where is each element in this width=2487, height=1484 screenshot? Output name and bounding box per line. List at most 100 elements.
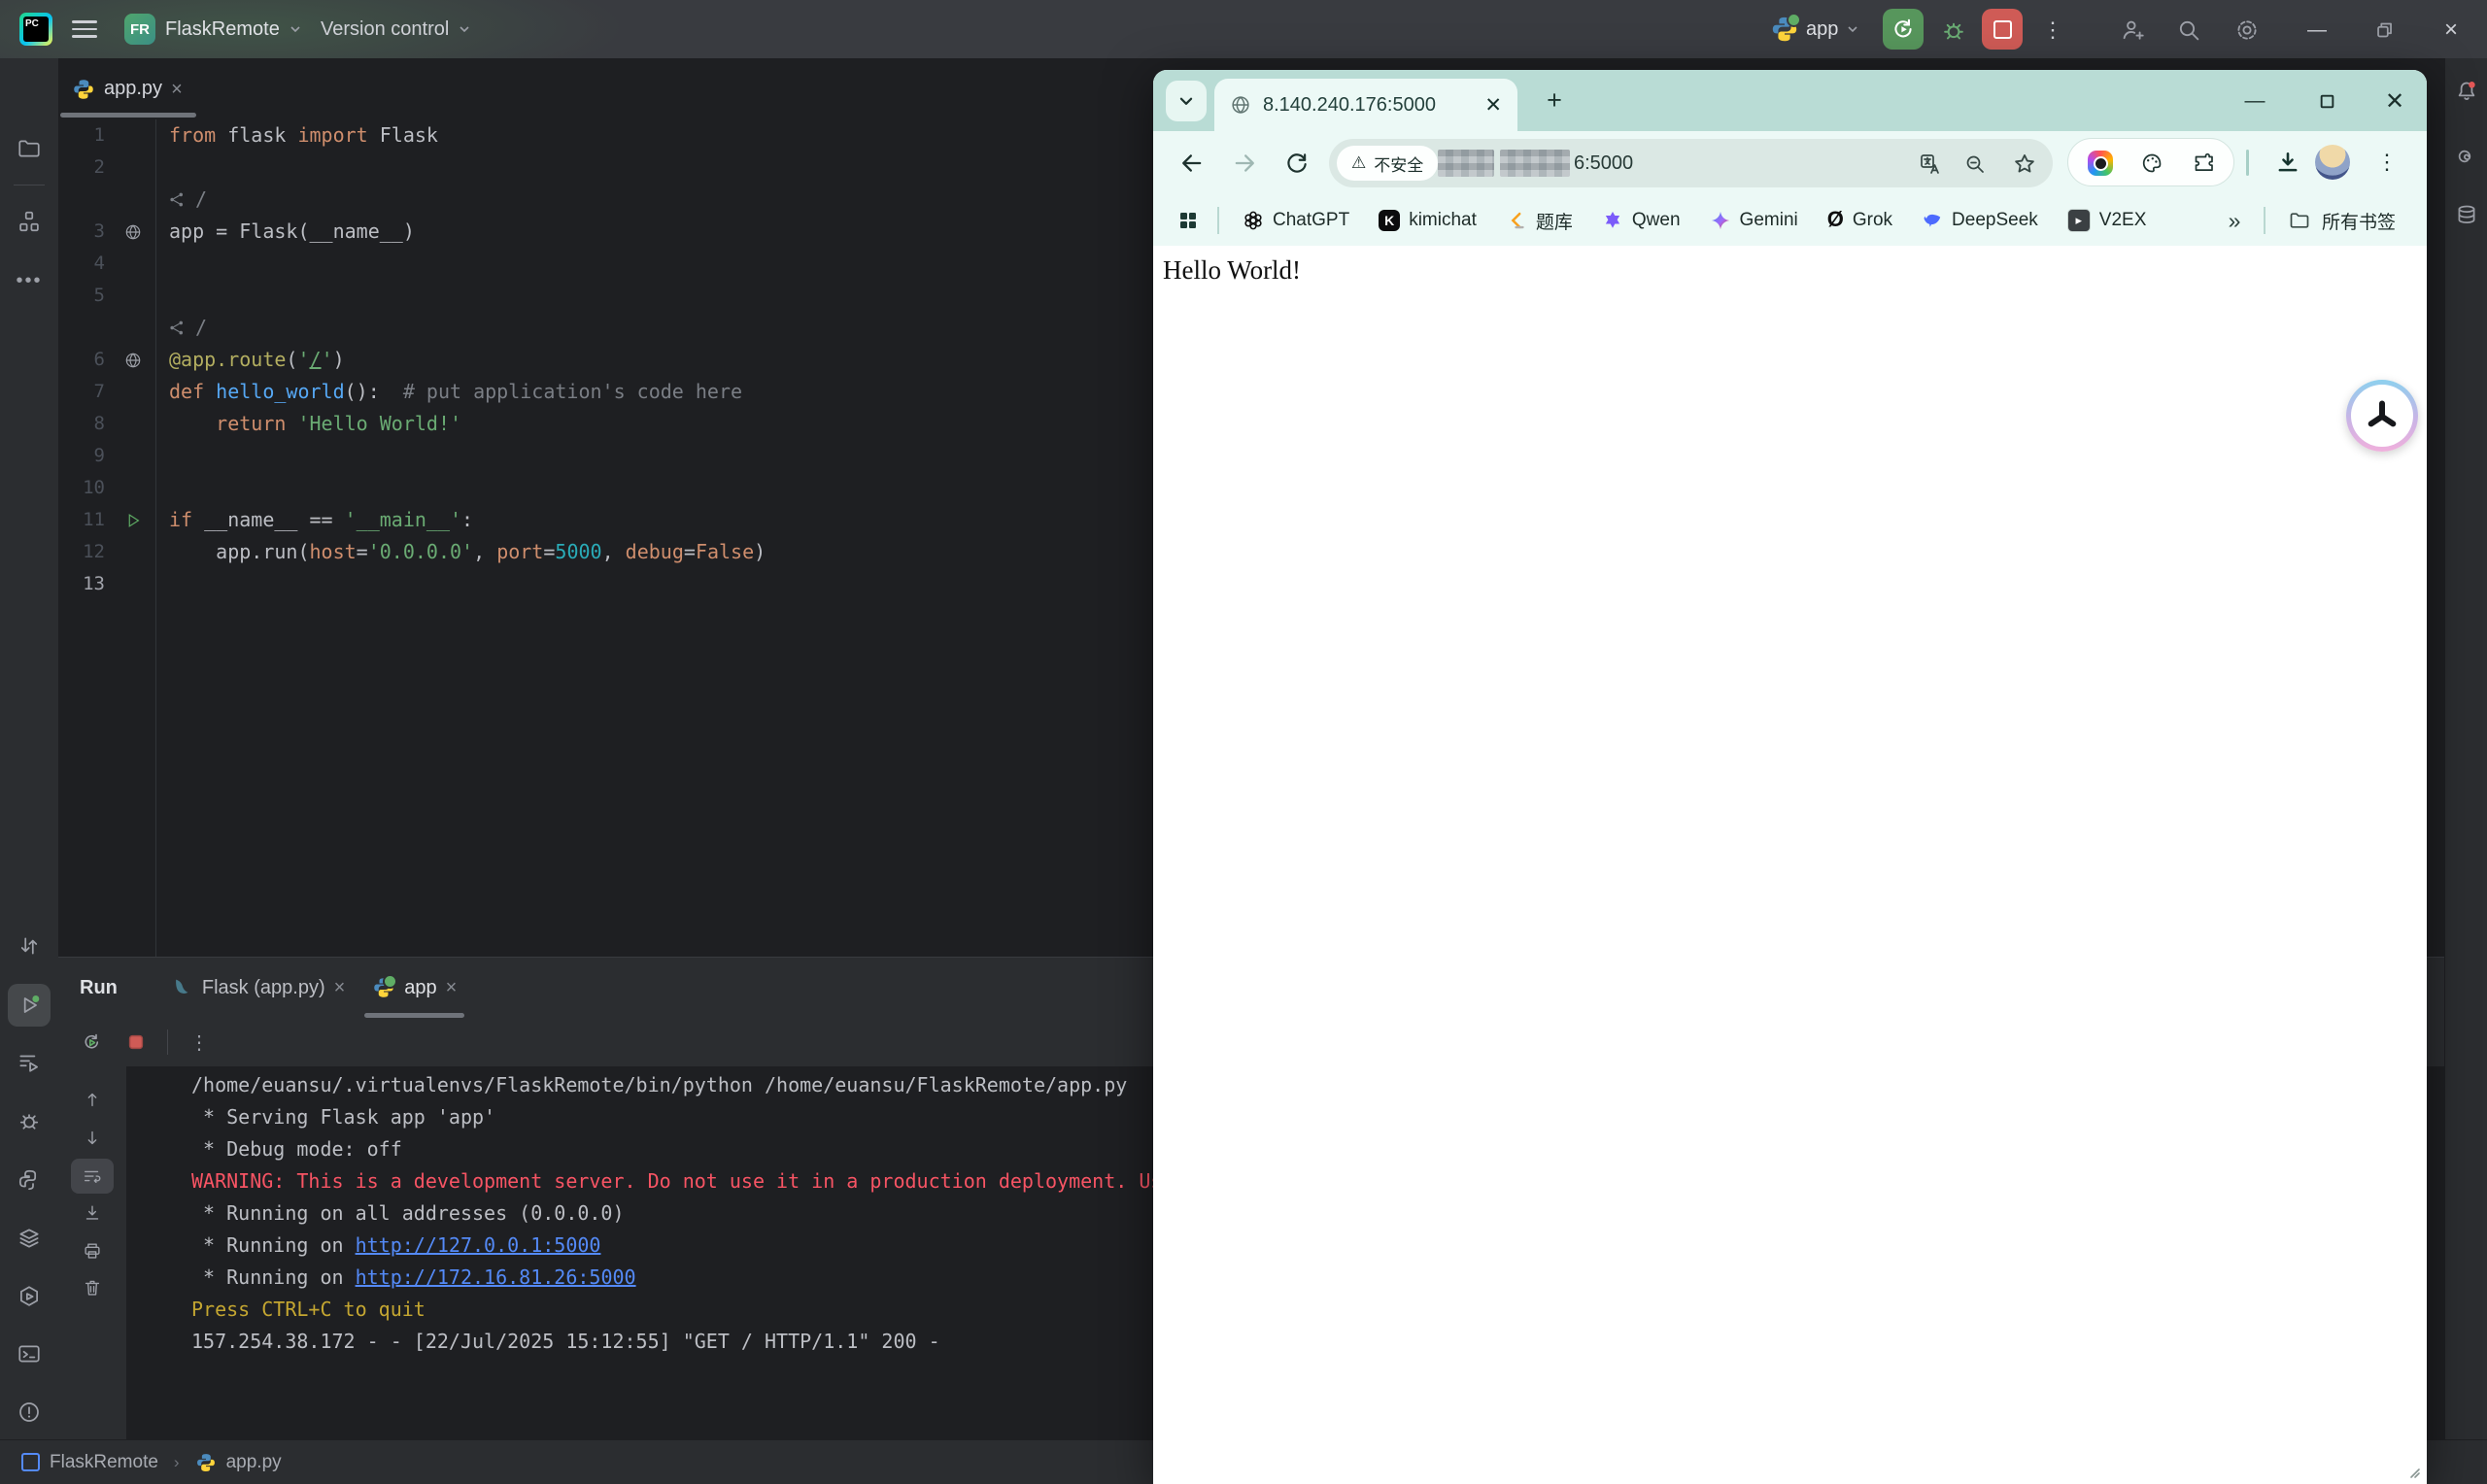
theme-palette-extension-icon[interactable] — [2139, 151, 2164, 176]
python-file-icon — [72, 78, 95, 101]
stripe-divider — [14, 185, 45, 186]
run-config-selector[interactable]: app — [1770, 12, 1860, 47]
endpoint-inlay-icon[interactable] — [169, 191, 189, 208]
bookmark-label: ChatGPT — [1273, 210, 1350, 230]
leetcode-icon — [1506, 210, 1527, 231]
close-tab-icon[interactable]: ✕ — [1484, 93, 1502, 118]
terminal-tool-icon[interactable] — [8, 1332, 51, 1375]
run-tool-icon[interactable] — [8, 984, 51, 1027]
project-tool-icon[interactable] — [8, 127, 51, 170]
console-url-link[interactable]: http://127.0.0.1:5000 — [356, 1233, 601, 1257]
bookmarks-divider — [2264, 207, 2266, 234]
bookmark-label: Gemini — [1739, 210, 1798, 230]
profiler-tool-icon[interactable] — [8, 1275, 51, 1318]
more-actions-icon[interactable]: ⋮ — [2038, 14, 2067, 47]
vcs-menu[interactable]: Version control — [321, 14, 472, 45]
up-stacktrace-icon[interactable] — [71, 1082, 114, 1117]
database-tool-icon[interactable] — [2448, 197, 2485, 234]
code-text: / — [161, 312, 207, 344]
scroll-to-end-icon[interactable] — [71, 1196, 114, 1231]
endpoint-gutter-icon[interactable] — [105, 351, 161, 370]
console-url-link[interactable]: http://172.16.81.26:5000 — [356, 1265, 636, 1289]
rerun-button[interactable] — [1883, 9, 1924, 50]
extensions-puzzle-icon[interactable] — [2191, 151, 2216, 176]
bookmark-label: 题库 — [1535, 212, 1573, 233]
down-stacktrace-icon[interactable] — [71, 1121, 114, 1156]
bookmark-Gemini[interactable]: Gemini — [1710, 210, 1798, 231]
python-console-tool-icon[interactable] — [8, 1159, 51, 1201]
browser-close-button[interactable]: ✕ — [2379, 85, 2410, 117]
bookmark-DeepSeek[interactable]: DeepSeek — [1922, 210, 2038, 231]
problems-tool-icon[interactable] — [8, 1391, 51, 1433]
run-gutter-icon[interactable] — [105, 511, 161, 530]
print-icon[interactable] — [71, 1233, 114, 1268]
vcs-update-icon[interactable] — [8, 925, 51, 967]
bookmark-label: Grok — [1852, 210, 1893, 230]
zoom-out-icon[interactable] — [1962, 152, 1988, 177]
add-user-icon[interactable] — [2116, 14, 2149, 47]
stop-button[interactable] — [1982, 9, 2023, 50]
browser-tab[interactable]: 8.140.240.176:5000 ✕ — [1214, 79, 1517, 131]
download-icon[interactable] — [2270, 145, 2305, 180]
bookmark-kimichat[interactable]: Kkimichat — [1379, 210, 1477, 231]
close-tab-icon[interactable]: × — [446, 978, 458, 997]
ai-assistant-icon[interactable] — [2448, 138, 2485, 175]
project-selector[interactable]: FlaskRemote — [165, 14, 303, 45]
bookmark-Qwen[interactable]: Qwen — [1602, 210, 1681, 231]
bookmark-Grok[interactable]: Ø Grok — [1827, 209, 1892, 232]
pycharm-logo-icon[interactable]: PC — [19, 13, 52, 46]
main-menu-icon[interactable] — [70, 17, 99, 42]
more-icon[interactable]: ⋮ — [186, 1029, 213, 1056]
breadcrumb-file[interactable]: app.py — [226, 1452, 282, 1473]
reload-button[interactable] — [1279, 146, 1314, 181]
back-button[interactable] — [1175, 146, 1209, 181]
endpoint-gutter-icon[interactable] — [105, 222, 161, 242]
notifications-bell-icon[interactable] — [2448, 73, 2485, 110]
endpoint-inlay-icon[interactable] — [169, 320, 189, 336]
all-bookmarks-folder[interactable]: 所有书签 — [2288, 195, 2396, 246]
bookmark-题库[interactable]: 题库 — [1506, 208, 1573, 234]
debug-button[interactable] — [1937, 14, 1970, 47]
settings-gear-icon[interactable] — [2231, 14, 2264, 47]
ide-minimize-button[interactable]: — — [2300, 14, 2334, 47]
bookmarks-overflow-chevrons[interactable]: » — [2220, 205, 2249, 236]
debug-tool-icon[interactable] — [8, 1099, 51, 1142]
rerun-icon[interactable] — [78, 1029, 105, 1056]
run-tab-app[interactable]: app × — [358, 958, 470, 1018]
profile-avatar[interactable] — [2315, 145, 2350, 180]
clear-console-icon[interactable] — [71, 1270, 114, 1305]
tab-search-button[interactable] — [1166, 81, 1207, 121]
breadcrumb-project[interactable]: FlaskRemote — [50, 1452, 158, 1473]
close-tab-icon[interactable]: × — [334, 978, 346, 997]
resize-grip[interactable] — [2405, 1464, 2421, 1479]
bookmark-V2EX[interactable]: ▸ V2EX — [2066, 209, 2146, 232]
bookmark-star-icon[interactable] — [2012, 152, 2037, 177]
ide-close-button[interactable]: × — [2435, 14, 2468, 47]
forward-button[interactable] — [1227, 146, 1262, 181]
extension-floating-badge[interactable] — [2346, 380, 2418, 452]
more-tool-windows-icon[interactable]: ••• — [8, 259, 51, 302]
ide-restore-button[interactable] — [2368, 14, 2401, 47]
run-tab-flask[interactable]: Flask (app.py) × — [156, 958, 358, 1018]
apps-grid-icon[interactable] — [1176, 209, 1200, 232]
new-tab-button[interactable]: + — [1540, 85, 1569, 115]
translate-icon[interactable] — [1918, 152, 1943, 177]
browser-menu-icon[interactable]: ⋮ — [2373, 143, 2401, 182]
grok-icon: Ø — [1826, 207, 1844, 231]
stop-icon[interactable] — [122, 1029, 150, 1056]
line-number: 2 — [93, 156, 105, 178]
console-text: * Running on all addresses (0.0.0.0) — [191, 1201, 625, 1225]
search-icon[interactable] — [2172, 14, 2205, 47]
security-chip[interactable]: ⚠ 不安全 — [1337, 146, 1439, 181]
screenshot-extension-icon[interactable] — [2088, 151, 2113, 176]
browser-minimize-button[interactable]: — — [2239, 85, 2270, 117]
address-bar[interactable]: ⚠ 不安全 6:5000 — [1329, 139, 2053, 187]
browser-maximize-button[interactable] — [2311, 85, 2342, 117]
close-tab-icon[interactable]: × — [171, 80, 183, 99]
services-tool-icon[interactable] — [8, 1041, 51, 1084]
packages-tool-icon[interactable] — [8, 1217, 51, 1260]
editor-tab-app-py[interactable]: app.py × — [58, 58, 198, 119]
bookmark-ChatGPT[interactable]: ChatGPT — [1243, 210, 1349, 231]
soft-wrap-icon[interactable] — [71, 1159, 114, 1194]
structure-tool-icon[interactable] — [8, 200, 51, 243]
